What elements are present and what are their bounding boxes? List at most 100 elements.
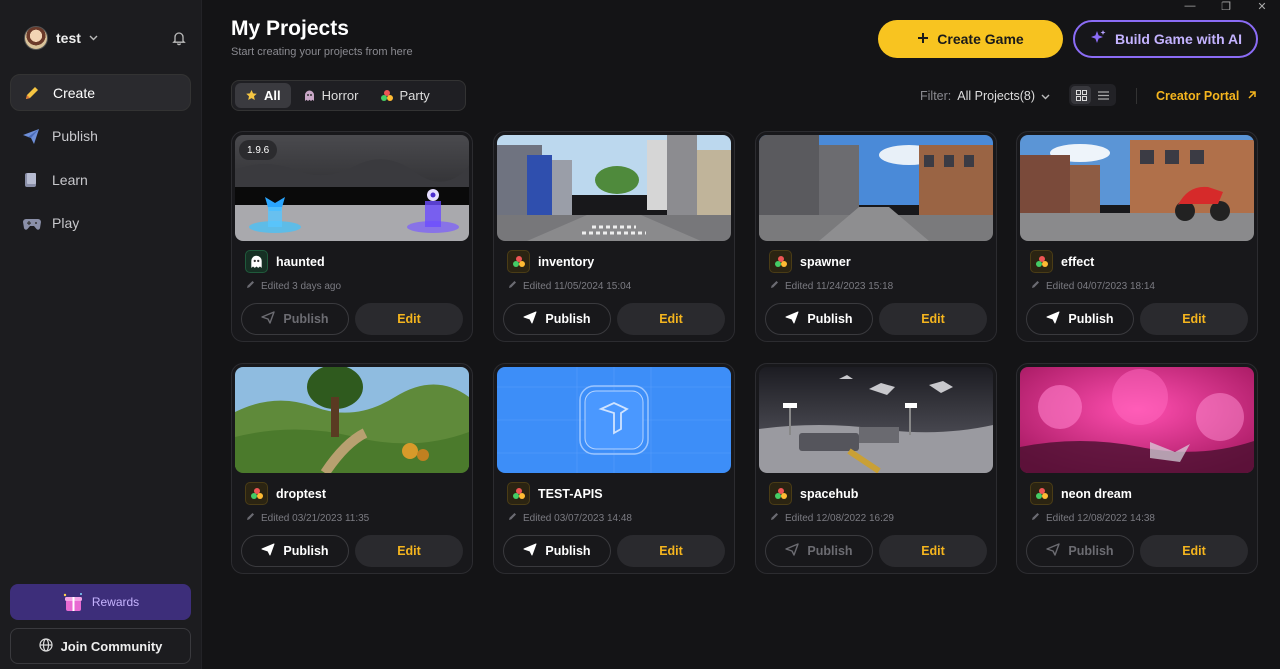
- tab-label: Party: [399, 88, 430, 103]
- external-link-icon: [1247, 89, 1257, 103]
- user-menu[interactable]: test: [24, 26, 98, 50]
- tab-label: Horror: [321, 88, 359, 103]
- project-thumbnail[interactable]: [1020, 367, 1254, 473]
- edited-label: Edited 11/24/2023 15:18: [785, 280, 894, 292]
- project-thumbnail[interactable]: [497, 135, 731, 241]
- publish-button[interactable]: Publish: [241, 303, 349, 335]
- sparkle-icon: [1089, 29, 1107, 50]
- edited-timestamp: Edited 04/07/2023 18:14: [1031, 280, 1155, 292]
- project-name: neon dream: [1061, 487, 1132, 501]
- project-card[interactable]: droptest Edited 03/21/2023 11:35 Publish…: [231, 363, 473, 574]
- edit-button[interactable]: Edit: [879, 303, 987, 335]
- page-title: My Projects: [231, 17, 349, 40]
- project-card[interactable]: inventory Edited 11/05/2024 15:04 Publis…: [493, 131, 735, 342]
- blocks-template-icon: [1030, 482, 1053, 505]
- rewards-button[interactable]: Rewards: [10, 584, 191, 620]
- create-game-label: Create Game: [937, 31, 1024, 47]
- publish-label: Publish: [1068, 312, 1114, 326]
- build-game-with-ai-button[interactable]: Build Game with AI: [1073, 20, 1258, 58]
- ghost-icon: [303, 89, 316, 102]
- blocks-template-icon: [769, 482, 792, 505]
- edited-label: Edited 03/07/2023 14:48: [523, 512, 632, 524]
- edit-button[interactable]: Edit: [355, 303, 463, 335]
- join-community-label: Join Community: [60, 638, 163, 654]
- chevron-down-icon: [1041, 89, 1050, 103]
- project-name: inventory: [538, 255, 595, 269]
- minimize-icon[interactable]: —: [1172, 0, 1208, 12]
- blocks-template-icon: [245, 482, 268, 505]
- project-thumbnail[interactable]: [759, 367, 993, 473]
- grid-view-icon[interactable]: [1071, 86, 1091, 104]
- sidebar-item-play[interactable]: Play: [10, 205, 191, 242]
- publish-label: Publish: [545, 312, 591, 326]
- edited-label: Edited 12/08/2022 14:38: [1046, 512, 1155, 524]
- sidebar-nav: Create Publish Learn Play: [10, 74, 191, 248]
- project-name: spacehub: [800, 487, 859, 501]
- bell-icon[interactable]: [171, 30, 187, 46]
- project-thumbnail[interactable]: [1020, 135, 1254, 241]
- project-thumbnail[interactable]: [497, 367, 731, 473]
- publish-button[interactable]: Publish: [503, 535, 611, 567]
- publish-button[interactable]: Publish: [765, 303, 873, 335]
- tab-party[interactable]: Party: [370, 83, 439, 108]
- project-thumbnail[interactable]: [235, 367, 469, 473]
- edit-button[interactable]: Edit: [879, 535, 987, 567]
- tab-all[interactable]: All: [235, 83, 291, 108]
- sidebar-item-create[interactable]: Create: [10, 74, 191, 111]
- sidebar-item-label: Publish: [52, 128, 98, 144]
- edit-button[interactable]: Edit: [1140, 303, 1248, 335]
- create-game-button[interactable]: Create Game: [878, 20, 1063, 58]
- edited-timestamp: Edited 12/08/2022 14:38: [1031, 512, 1155, 524]
- list-view-icon[interactable]: [1093, 86, 1113, 104]
- project-card[interactable]: spacehub Edited 12/08/2022 16:29 Publish…: [755, 363, 997, 574]
- rewards-label: Rewards: [91, 595, 140, 609]
- project-card[interactable]: effect Edited 04/07/2023 18:14 Publish E…: [1016, 131, 1258, 342]
- sidebar: test Create Publish Learn Play Rewards J…: [0, 0, 202, 669]
- creator-portal-link[interactable]: Creator Portal: [1156, 89, 1257, 103]
- sidebar-item-label: Create: [53, 84, 96, 101]
- paper-plane-icon: [785, 543, 800, 559]
- party-icon: [380, 89, 394, 102]
- project-thumbnail[interactable]: 1.9.6: [235, 135, 469, 241]
- tab-horror[interactable]: Horror: [293, 83, 369, 108]
- publish-button[interactable]: Publish: [503, 303, 611, 335]
- paper-plane-icon: [261, 543, 275, 559]
- globe-icon: [38, 637, 53, 655]
- build-game-with-ai-label: Build Game with AI: [1114, 31, 1243, 47]
- project-card[interactable]: TEST-APIS Edited 03/07/2023 14:48 Publis…: [493, 363, 735, 574]
- creator-portal-label: Creator Portal: [1156, 89, 1240, 103]
- chevron-down-icon: [89, 33, 98, 44]
- paper-plane-icon: [22, 127, 40, 145]
- join-community-button[interactable]: Join Community: [10, 628, 191, 664]
- publish-button[interactable]: Publish: [1026, 535, 1134, 567]
- app-window: — ❐ ✕ test Create Publish Learn Play Rew…: [0, 0, 1280, 669]
- edit-button[interactable]: Edit: [617, 535, 725, 567]
- edited-label: Edited 11/05/2024 15:04: [523, 280, 632, 292]
- publish-button[interactable]: Publish: [765, 535, 873, 567]
- sidebar-item-publish[interactable]: Publish: [10, 118, 191, 155]
- version-badge: 1.9.6: [239, 140, 278, 160]
- paper-plane-icon: [785, 311, 799, 327]
- edit-pencil-icon: [770, 512, 779, 524]
- edit-button[interactable]: Edit: [355, 535, 463, 567]
- publish-button[interactable]: Publish: [241, 535, 349, 567]
- sidebar-item-learn[interactable]: Learn: [10, 161, 191, 198]
- project-card[interactable]: 1.9.6 haunted Edited 3 days ago Publish …: [231, 131, 473, 342]
- project-card[interactable]: spawner Edited 11/24/2023 15:18 Publish …: [755, 131, 997, 342]
- edited-timestamp: Edited 11/05/2024 15:04: [508, 280, 631, 292]
- publish-label: Publish: [545, 544, 591, 558]
- gift-icon: [62, 592, 84, 612]
- edit-button[interactable]: Edit: [1140, 535, 1248, 567]
- close-icon[interactable]: ✕: [1244, 0, 1280, 13]
- project-filter[interactable]: Filter: All Projects(8): [920, 89, 1050, 103]
- project-thumbnail[interactable]: [759, 135, 993, 241]
- publish-button[interactable]: Publish: [1026, 303, 1134, 335]
- pencil-icon: [23, 84, 41, 102]
- edited-label: Edited 3 days ago: [261, 280, 342, 292]
- blocks-template-icon: [1030, 250, 1053, 273]
- project-card[interactable]: neon dream Edited 12/08/2022 14:38 Publi…: [1016, 363, 1258, 574]
- restore-icon[interactable]: ❐: [1208, 0, 1244, 13]
- publish-label: Publish: [283, 544, 329, 558]
- publish-label: Publish: [283, 312, 329, 326]
- edit-button[interactable]: Edit: [617, 303, 725, 335]
